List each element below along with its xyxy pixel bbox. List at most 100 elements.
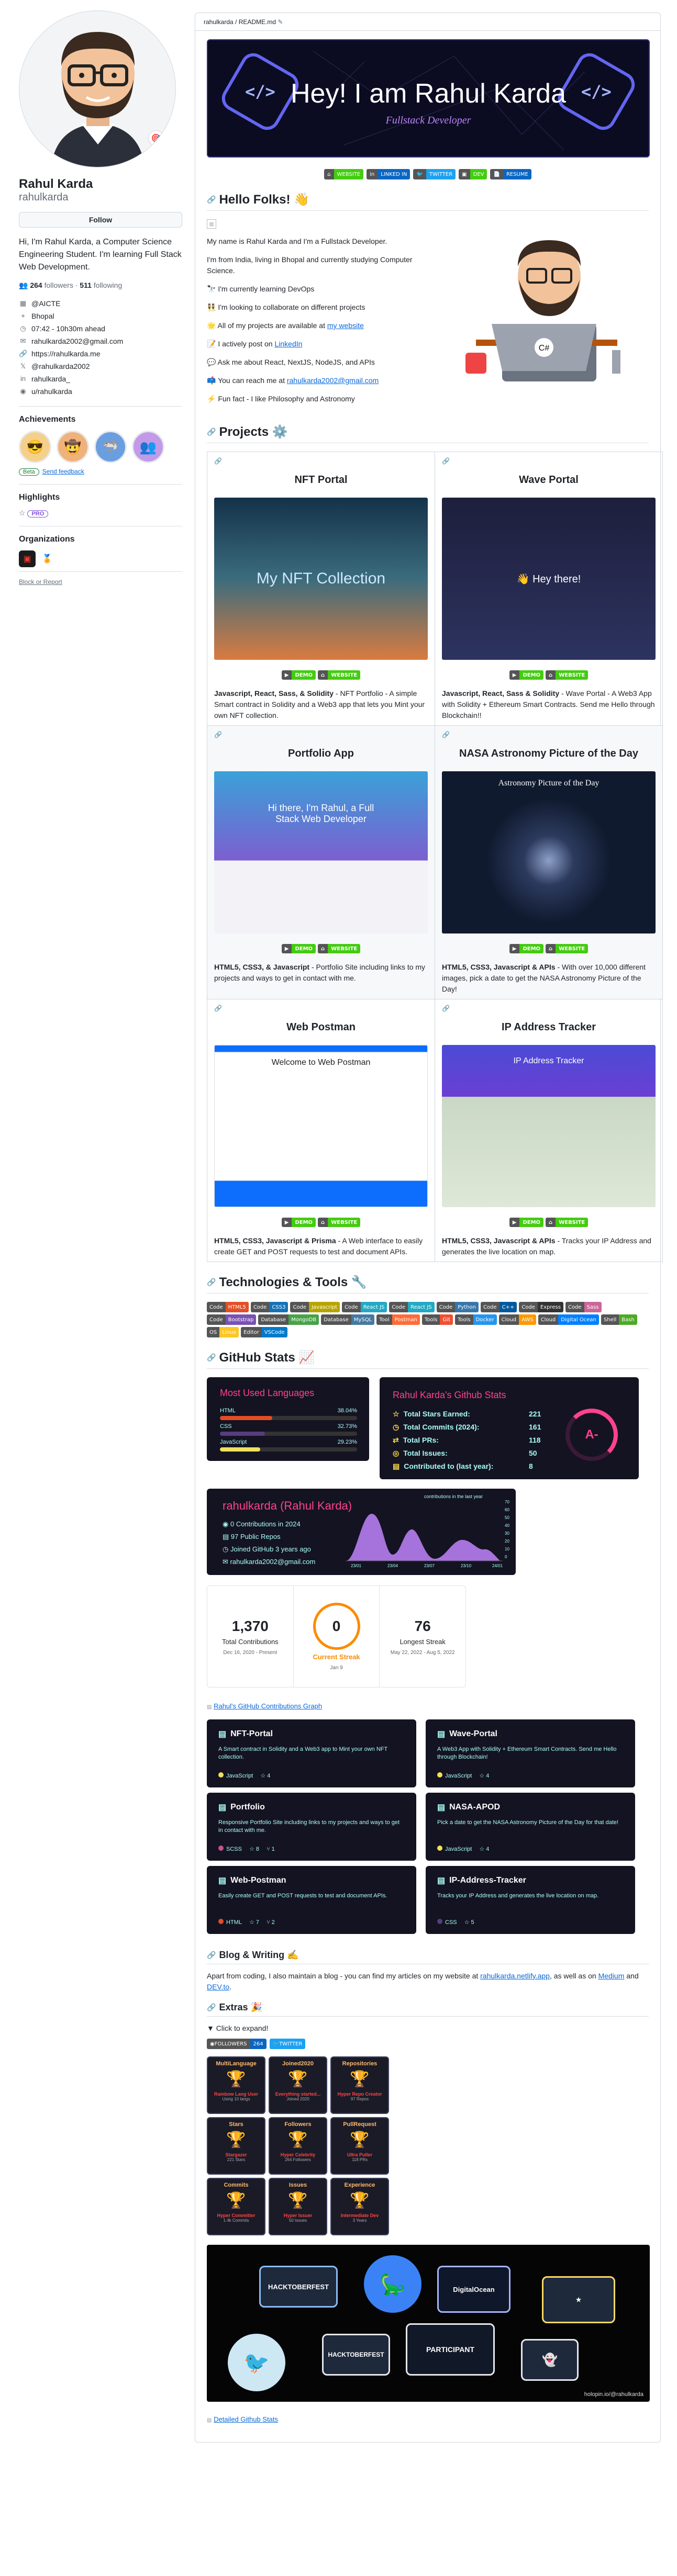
detailed-stats-link[interactable]: Detailed Github Stats [214,2415,278,2423]
anchor-link-icon[interactable]: 🔗 [207,1951,216,1960]
pinned-repo-card[interactable]: ▤ NFT-Portal A Smart contract in Solidity … [207,1719,416,1787]
trophy-card: Joined2020 🏆 Everything started... Joined 2… [269,2056,327,2114]
y-tick-label: 20 [505,1539,509,1544]
website-badge[interactable]: ⌂ WEBSITE [318,670,361,680]
demo-badge[interactable]: ▶ DEMO [509,1218,544,1227]
stat-row: ◎ Total Issues: 50 [393,1449,537,1457]
follow-button[interactable]: Follow [19,212,182,228]
pencil-icon[interactable]: ✎ [278,18,283,26]
github-stats-card[interactable]: Rahul Karda's Github Stats ☆ Total Stars … [380,1377,639,1479]
activity-row: ▤ 97 Public Repos [223,1533,281,1540]
achievement-pull-shark-icon[interactable]: 🦈 [94,431,127,463]
block-report-link[interactable]: Block or Report [19,578,62,586]
linkedin-link[interactable]: LinkedIn [275,340,303,348]
expand-toggle[interactable]: ▼ Click to expand! [207,2024,649,2032]
achievement-pair-extraordinaire-icon[interactable]: 👥 [132,431,164,463]
website-link[interactable]: my website [327,321,364,330]
anchor-link-icon[interactable]: 🔗 [442,731,450,738]
pinned-repo-card[interactable]: ▤ Wave-Portal A Web3 App with Solidity + E… [426,1719,635,1787]
streak-card[interactable]: 1,370 Total Contributions Dec 16, 2020 - P… [207,1585,466,1688]
pinned-repo-card[interactable]: ▤ IP-Address-Tracker Tracks your IP Addres… [426,1866,635,1934]
demo-badge[interactable]: ▶ DEMO [509,944,544,953]
x-tick-label: 23/07 [424,1563,435,1568]
y-tick-label: 10 [505,1547,509,1551]
followers-badge[interactable]: ◉ FOLLOWERS 264 [207,2039,267,2049]
holopin-board[interactable]: HACKTOBERFEST 🦕 DigitalOcean ★ 🐦 PARTICI… [207,2245,650,2402]
clock-icon: ◷ [223,1545,229,1553]
project-screenshot[interactable]: Hi there, I'm Rahul, a Full Stack Web De… [214,771,428,933]
ghost-sticker-icon: 👻 [521,2339,579,2381]
pinned-repo-card[interactable]: ▤ NASA-APOD Pick a date to get the NASA As… [426,1793,635,1861]
project-screenshot[interactable]: Astronomy Picture of the Day [442,771,656,933]
readme-path[interactable]: rahulkarda [204,18,234,26]
anchor-link-icon[interactable]: 🔗 [207,2003,216,2012]
status-emoji-icon[interactable]: 🎯 [148,130,164,146]
anchor-link-icon[interactable]: 🔗 [207,428,216,436]
following-link[interactable]: 511 following [80,281,122,289]
website-badge[interactable]: ⌂ WEBSITE [546,944,589,953]
project-description: HTML5, CSS3, & Javascript - Portfolio Si… [214,963,426,982]
mail-icon: ✉ [223,1558,228,1566]
detail-email[interactable]: ✉ rahulkarda2002@gmail.com [19,335,182,347]
linkedin-shield[interactable]: in LINKED IN [367,169,410,179]
resume-shield[interactable]: 📄 RESUME [490,169,531,179]
readme-file[interactable]: README.md [239,18,276,26]
detail-website[interactable]: 🔗 https://rahulkarda.me [19,347,182,360]
streak-ring: 0 [313,1602,360,1650]
activity-row: ◉ 0 Contributions in 2024 [223,1520,301,1528]
broken-image-icon: ▨ [207,1704,212,1710]
tech-badge: Code Javascript [290,1302,340,1312]
twitter-badge[interactable]: 🐦 TWITTER [269,2039,306,2049]
languages-card[interactable]: Most Used Languages HTML 38.04% CSS 32.73% J… [207,1377,369,1461]
anchor-link-icon[interactable]: 🔗 [207,1278,216,1287]
demo-badge[interactable]: ▶ DEMO [509,670,544,680]
website-badge[interactable]: ⌂ WEBSITE [318,944,361,953]
achievement-yolo-icon[interactable]: 😎 [19,431,51,463]
dev-shield[interactable]: ▣ DEV [459,169,487,179]
detail-organization[interactable]: ▦ @AICTE [19,297,182,310]
send-feedback-link[interactable]: Send feedback [42,468,84,475]
project-screenshot[interactable]: IP Address Tracker [442,1045,656,1207]
medium-link[interactable]: Medium [598,1972,625,1980]
project-screenshot[interactable]: 👋 Hey there! [442,498,656,660]
blog-site-link[interactable]: rahulkarda.netlify.app [480,1972,550,1980]
anchor-link-icon[interactable]: 🔗 [207,1353,216,1362]
anchor-link-icon[interactable]: 🔗 [214,731,222,738]
org-logo-icon[interactable]: ▣ [19,550,36,567]
website-badge[interactable]: ⌂ WEBSITE [318,1218,361,1227]
website-shield[interactable]: ⌂ WEBSITE [324,169,364,179]
detail-linkedin[interactable]: in rahulkarda_ [19,373,182,385]
project-screenshot[interactable]: Welcome to Web Postman [214,1045,428,1207]
org-logo-icon[interactable]: 🏅 [39,550,56,567]
email-link[interactable]: rahulkarda2002@gmail.com [287,376,379,385]
anchor-link-icon[interactable]: 🔗 [442,457,450,465]
detail-twitter[interactable]: 𝕏 @rahulkarda2002 [19,360,182,373]
pinned-repos: ▤ NFT-Portal A Smart contract in Solidity … [207,1719,649,1934]
anchor-link-icon[interactable]: 🔗 [207,195,216,204]
avatar[interactable]: 🎯 [19,10,176,167]
trophy-card: MultiLanguage 🏆 Rainbow Lang User Using 10 … [207,2056,265,2114]
devto-link[interactable]: DEV.to [207,1983,229,1991]
chart-label: contributions in the last year [424,1494,483,1499]
pinned-repo-card[interactable]: ▤ Portfolio Responsive Portfolio Site incl… [207,1793,416,1861]
website-badge[interactable]: ⌂ WEBSITE [546,670,589,680]
trophy-icon: 🏆 [288,2131,308,2148]
project-screenshot[interactable]: My NFT Collection [214,498,428,660]
demo-badge[interactable]: ▶ DEMO [281,670,316,680]
anchor-link-icon[interactable]: 🔗 [214,1005,222,1012]
tech-badge: Code C++ [480,1302,517,1312]
detail-reddit[interactable]: ◉ u/rahulkarda [19,385,182,398]
twitter-shield[interactable]: 🐦 TWITTER [413,169,456,179]
demo-badge[interactable]: ▶ DEMO [281,944,316,953]
hello-line: 💬 Ask me about React, NextJS, NodeJS, an… [207,358,375,366]
website-badge[interactable]: ⌂ WEBSITE [546,1218,589,1227]
activity-card[interactable]: rahulkarda (Rahul Karda) ◉ 0 Contributio… [207,1489,516,1575]
followers-link[interactable]: 264 followers [30,281,73,289]
pinned-repo-card[interactable]: ▤ Web-Postman Easily create GET and POST r… [207,1866,416,1934]
demo-badge[interactable]: ▶ DEMO [281,1218,316,1227]
contrib-graph-link[interactable]: Rahul's GitHub Contributions Graph [214,1702,322,1710]
anchor-link-icon[interactable]: 🔗 [214,457,222,465]
achievement-quickdraw-icon[interactable]: 🤠 [57,431,89,463]
anchor-link-icon[interactable]: 🔗 [442,1005,450,1012]
star-icon: ☆ 5 [464,1919,474,1926]
